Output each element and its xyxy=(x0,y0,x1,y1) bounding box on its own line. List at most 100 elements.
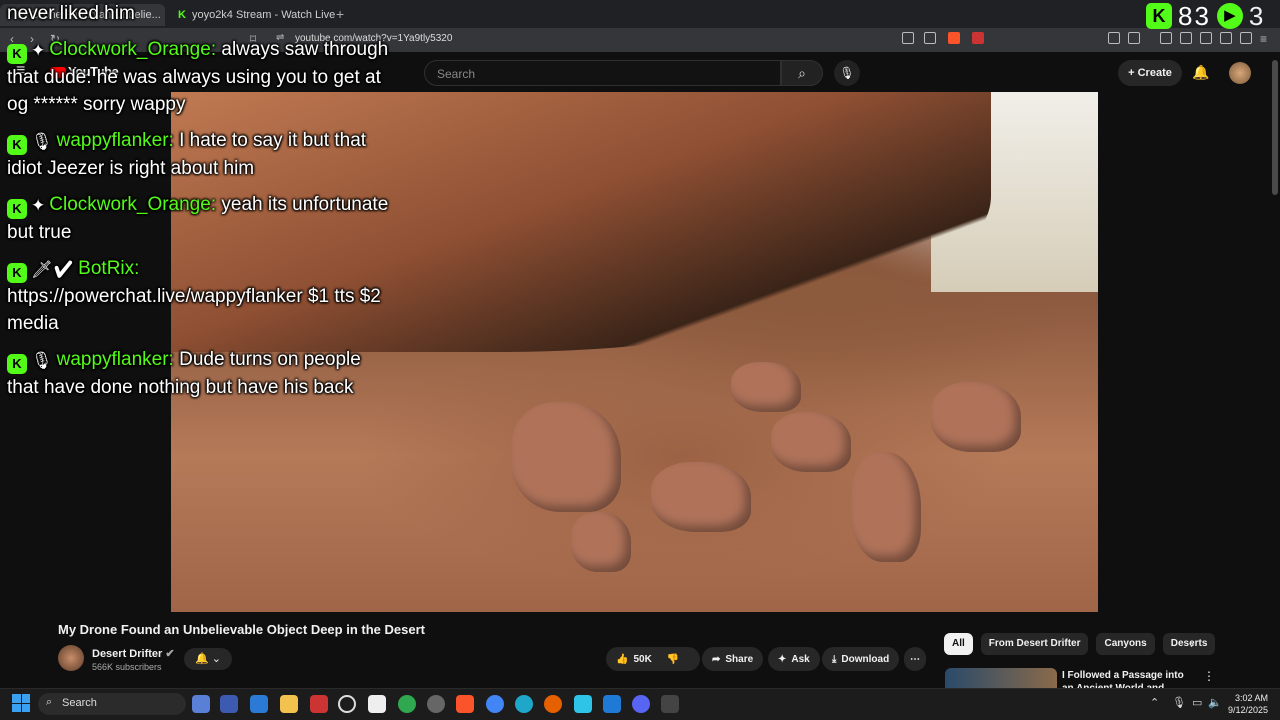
chat-text: https://powerchat.live/wappyflanker $1 t… xyxy=(7,286,381,334)
share-button[interactable]: ➦ Share xyxy=(702,647,764,671)
share-icon: ➦ xyxy=(712,653,721,665)
firefox-icon[interactable] xyxy=(544,695,562,713)
edge-icon[interactable] xyxy=(515,695,533,713)
stream-chat-overlay: never liked him K ✦ Clockwork_Orange: alwa… xyxy=(7,0,397,410)
app-icon[interactable] xyxy=(661,695,679,713)
news-app-icon[interactable] xyxy=(310,695,328,713)
kick-badge-icon: K xyxy=(7,135,27,155)
user-badge-icon: ✦ xyxy=(31,41,46,60)
video-rock xyxy=(651,462,751,532)
channel-avatar[interactable] xyxy=(58,645,84,671)
recommendation-chips: All From Desert Drifter Canyons Deserts xyxy=(944,633,1216,655)
network-icon[interactable]: ▭ xyxy=(1192,696,1202,709)
voice-search-button[interactable]: 🎙 xyxy=(834,60,860,86)
obs-icon[interactable] xyxy=(427,695,445,713)
brave-browser-icon[interactable] xyxy=(456,695,474,713)
video-rock xyxy=(771,412,851,472)
download-icon: ⤓ xyxy=(832,653,837,665)
video-rock xyxy=(571,512,631,572)
user-badge-icon: ✦ xyxy=(31,196,46,215)
cast-icon[interactable] xyxy=(902,32,914,44)
windows-start-icon[interactable] xyxy=(12,694,30,712)
clock-app-icon[interactable] xyxy=(338,695,356,713)
wallet-icon[interactable] xyxy=(1200,32,1212,44)
taskview-icon[interactable] xyxy=(192,695,210,713)
menu-icon[interactable]: ≡ xyxy=(1260,32,1267,46)
brave-rewards-icon[interactable] xyxy=(972,32,984,44)
vscode-icon[interactable] xyxy=(603,695,621,713)
kick-viewer-overlay: K 83 ▶ 3 xyxy=(1146,0,1280,31)
account-avatar[interactable] xyxy=(1229,62,1251,84)
chat-username: BotRix: xyxy=(78,258,140,279)
brave-shield-icon[interactable] xyxy=(948,32,960,44)
microphone-tray-icon[interactable]: 🎙 xyxy=(1172,696,1186,709)
security-app-icon[interactable] xyxy=(398,695,416,713)
kick-badge-icon: K xyxy=(7,354,27,374)
chat-username: Clockwork_Orange: xyxy=(49,194,217,215)
system-clock[interactable]: 3:02 AM 9/12/2025 xyxy=(1228,692,1268,716)
ask-label: Ask xyxy=(791,653,810,665)
search-button[interactable]: ⌕ xyxy=(781,60,823,86)
ask-button[interactable]: ✦ Ask xyxy=(768,647,820,671)
bell-icon: 🔔 ⌄ xyxy=(195,653,221,665)
leo-icon[interactable] xyxy=(1220,32,1232,44)
app-icon[interactable] xyxy=(574,695,592,713)
screenshot-icon[interactable] xyxy=(1128,32,1140,44)
recommended-more-icon[interactable]: ⋮ xyxy=(1203,669,1215,683)
notifications-bell-icon[interactable]: 🔔 xyxy=(1192,64,1209,81)
download-label: Download xyxy=(841,653,890,665)
video-rock xyxy=(511,402,621,512)
chat-message: K 🎙 wappyflanker: I hate to say it but tha… xyxy=(7,127,397,182)
kick-extra-count: 3 xyxy=(1248,0,1264,31)
chat-username: wappyflanker: xyxy=(56,130,174,151)
create-label: Create xyxy=(1137,67,1172,79)
clock-date: 9/12/2025 xyxy=(1228,705,1269,715)
user-badge-icon: 🗡✔ xyxy=(31,260,75,279)
thumbs-up-icon: 👍 xyxy=(616,653,629,665)
create-button[interactable]: + Create xyxy=(1118,60,1182,86)
microphone-icon: 🎙 xyxy=(839,66,855,80)
app-icon[interactable] xyxy=(220,695,238,713)
chip-canyons[interactable]: Canyons xyxy=(1096,633,1155,655)
sidebar-icon[interactable] xyxy=(1180,32,1192,44)
capcut-icon[interactable] xyxy=(368,695,386,713)
chip-from-desert-drifter[interactable]: From Desert Drifter xyxy=(980,633,1089,655)
kick-badge-icon: K xyxy=(7,199,27,219)
discord-icon[interactable] xyxy=(632,695,650,713)
kick-logo-icon: K xyxy=(1146,3,1172,29)
chrome-icon[interactable] xyxy=(486,695,504,713)
media-icon[interactable] xyxy=(1160,32,1172,44)
channel-name[interactable]: Desert Drifter ✔ xyxy=(92,647,175,660)
video-title: My Drone Found an Unbelievable Object De… xyxy=(58,622,425,637)
verified-icon: ✔ xyxy=(165,648,175,660)
remote-desktop-icon[interactable] xyxy=(250,695,268,713)
download-button[interactable]: ⤓ Download xyxy=(822,647,900,671)
user-badge-icon: 🎙 xyxy=(31,351,53,370)
like-count: 50K xyxy=(633,653,652,665)
volume-icon[interactable]: 🔈 xyxy=(1208,696,1222,709)
chip-all[interactable]: All xyxy=(944,633,973,655)
taskbar-search-input[interactable]: Search xyxy=(38,693,186,715)
share-page-icon[interactable] xyxy=(924,32,936,44)
thumbs-down-icon[interactable]: 👎 xyxy=(667,654,679,665)
extensions-icon[interactable] xyxy=(1108,32,1120,44)
kick-badge-icon: K xyxy=(7,44,27,64)
like-button[interactable]: 👍 50K 👎 xyxy=(606,647,700,671)
chat-message: K 🗡✔ BotRix: https://powerchat.live/wappyf… xyxy=(7,255,397,337)
chevron-right-icon[interactable]: › xyxy=(1190,637,1194,651)
recommended-video-title[interactable]: I Followed a Passage into an Ancient Wor… xyxy=(1062,669,1192,689)
more-icon: ⋯ xyxy=(910,653,920,665)
chat-username: Clockwork_Orange: xyxy=(49,39,217,60)
kick-live-play-icon: ▶ xyxy=(1216,3,1243,29)
search-input[interactable]: Search xyxy=(424,60,781,86)
more-actions-button[interactable]: ⋯ xyxy=(904,647,926,671)
page-scrollbar[interactable] xyxy=(1272,60,1278,195)
file-explorer-icon[interactable] xyxy=(280,695,298,713)
subscription-bell-button[interactable]: 🔔 ⌄ xyxy=(184,648,232,670)
video-rock xyxy=(931,382,1021,452)
tray-chevron-icon[interactable]: ⌃ xyxy=(1150,696,1159,709)
vpn-icon[interactable] xyxy=(1240,32,1252,44)
clock-time: 3:02 AM xyxy=(1235,693,1269,703)
share-label: Share xyxy=(725,653,754,665)
chat-message: K ✦ Clockwork_Orange: always saw through t… xyxy=(7,36,397,118)
